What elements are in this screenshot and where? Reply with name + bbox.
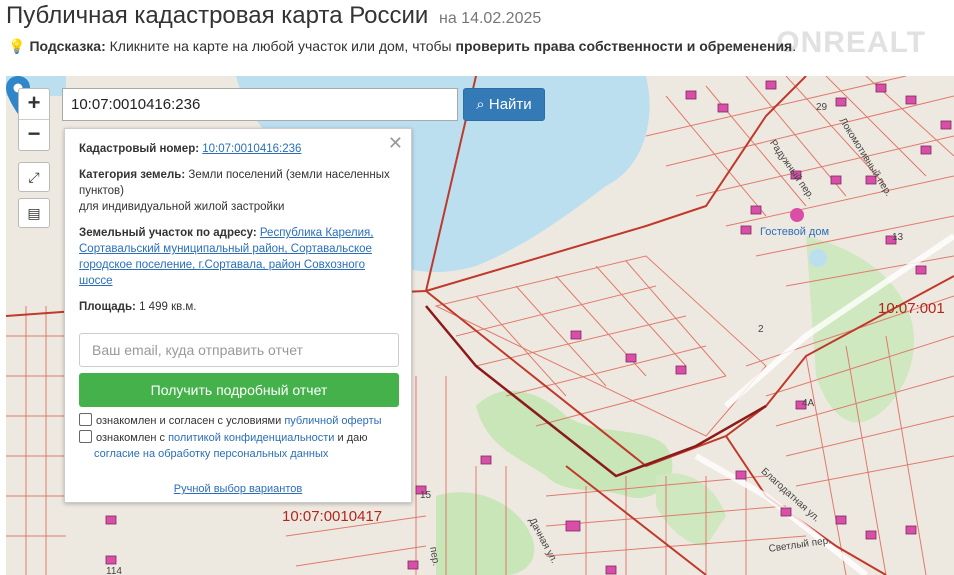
house-number-15: 15 <box>420 490 432 501</box>
address-row: Земельный участок по адресу: Республика … <box>79 225 401 289</box>
cadastral-search-input[interactable] <box>62 88 458 121</box>
find-button-label: Найти <box>488 96 532 113</box>
green-area-2 <box>436 492 535 575</box>
house-number-29: 29 <box>816 102 828 113</box>
cadastral-map[interactable]: 10:07:0010417 10:07:001 Гостевой дом Лок… <box>6 76 954 575</box>
pond <box>809 249 827 267</box>
address-label: Земельный участок по адресу: <box>79 227 257 239</box>
house-number-13: 13 <box>892 232 904 243</box>
hint-bold-text: проверить права собственности и обремене… <box>455 38 793 54</box>
public-offer-link[interactable]: публичной оферты <box>284 415 381 427</box>
hotel-icon <box>790 208 804 222</box>
hint-label: Подсказка: <box>29 38 106 54</box>
zoom-out-button[interactable]: − <box>19 119 49 150</box>
agree-privacy-text: ознакомлен с <box>96 432 166 444</box>
hint-text: Кликните на карте на любой участок или д… <box>109 38 452 54</box>
hint-line: 💡 Подсказка: Кликните на карте на любой у… <box>8 38 796 55</box>
cadastral-number-label: Кадастровый номер: <box>79 143 200 155</box>
search-icon: ⌕ <box>476 96 485 113</box>
agree-privacy-checkbox[interactable] <box>79 430 92 443</box>
agree-offer-text: ознакомлен и согласен с условиями <box>96 415 282 427</box>
email-field[interactable]: Ваш email, куда отправить отчет <box>79 333 399 367</box>
agree-offer-checkbox[interactable] <box>79 413 92 426</box>
personal-data-consent-link[interactable]: согласие на обработку персональных данны… <box>94 448 328 460</box>
agree-privacy-mid: и даю <box>337 432 368 444</box>
expand-icon: ⤢ <box>28 169 40 185</box>
land-use-value: для индивидуальной жилой застройки <box>79 201 285 213</box>
area-value: 1 499 кв.м. <box>139 301 197 313</box>
poi-guest-house[interactable]: Гостевой дом <box>760 226 829 238</box>
printer-icon: ▤ <box>27 205 41 221</box>
page-title: Публичная кадастровая карта России на 14… <box>6 2 541 30</box>
quarter-label-main: 10:07:0010417 <box>282 508 383 525</box>
privacy-policy-link[interactable]: политикой конфиденциальности <box>168 432 334 444</box>
house-number-4a: 4А <box>802 398 815 409</box>
land-category-row: Категория земель: Земли поселений (земли… <box>79 167 401 215</box>
page-title-text: Публичная кадастровая карта России <box>6 2 429 29</box>
get-report-button[interactable]: Получить подробный отчет <box>79 373 399 407</box>
land-category-label: Категория земель: <box>79 169 186 181</box>
fullscreen-button[interactable]: ⤢ <box>18 162 50 192</box>
area-label: Площадь: <box>79 301 136 313</box>
zoom-in-button[interactable]: + <box>19 89 49 119</box>
cadastral-number-link[interactable]: 10:07:0010416:236 <box>202 143 301 155</box>
house-number-114: 114 <box>106 566 122 575</box>
quarter-label-right: 10:07:001 <box>878 300 945 317</box>
agree-offer-row: ознакомлен и согласен с условиями публич… <box>79 413 399 429</box>
cadastral-number-row: Кадастровый номер: 10:07:0010416:236 <box>79 141 401 157</box>
house-number-2: 2 <box>758 324 764 335</box>
zoom-control: + − <box>18 88 50 151</box>
hint-end: . <box>792 38 797 54</box>
manual-selection-link[interactable]: Ручной выбор вариантов <box>174 483 302 495</box>
agree-privacy-row: ознакомлен с политикой конфиденциальност… <box>79 430 399 462</box>
page-date: на 14.02.2025 <box>439 10 542 27</box>
find-button[interactable]: ⌕ Найти <box>463 88 545 121</box>
manual-selection-row: Ручной выбор вариантов <box>65 483 411 495</box>
watermark-logo: ONREALT <box>776 26 926 59</box>
area-row: Площадь: 1 499 кв.м. <box>79 299 401 315</box>
parcel-info-popup: ✕ Кадастровый номер: 10:07:0010416:236 К… <box>64 128 412 503</box>
print-button[interactable]: ▤ <box>18 198 50 228</box>
lightbulb-icon: 💡 <box>8 38 26 54</box>
